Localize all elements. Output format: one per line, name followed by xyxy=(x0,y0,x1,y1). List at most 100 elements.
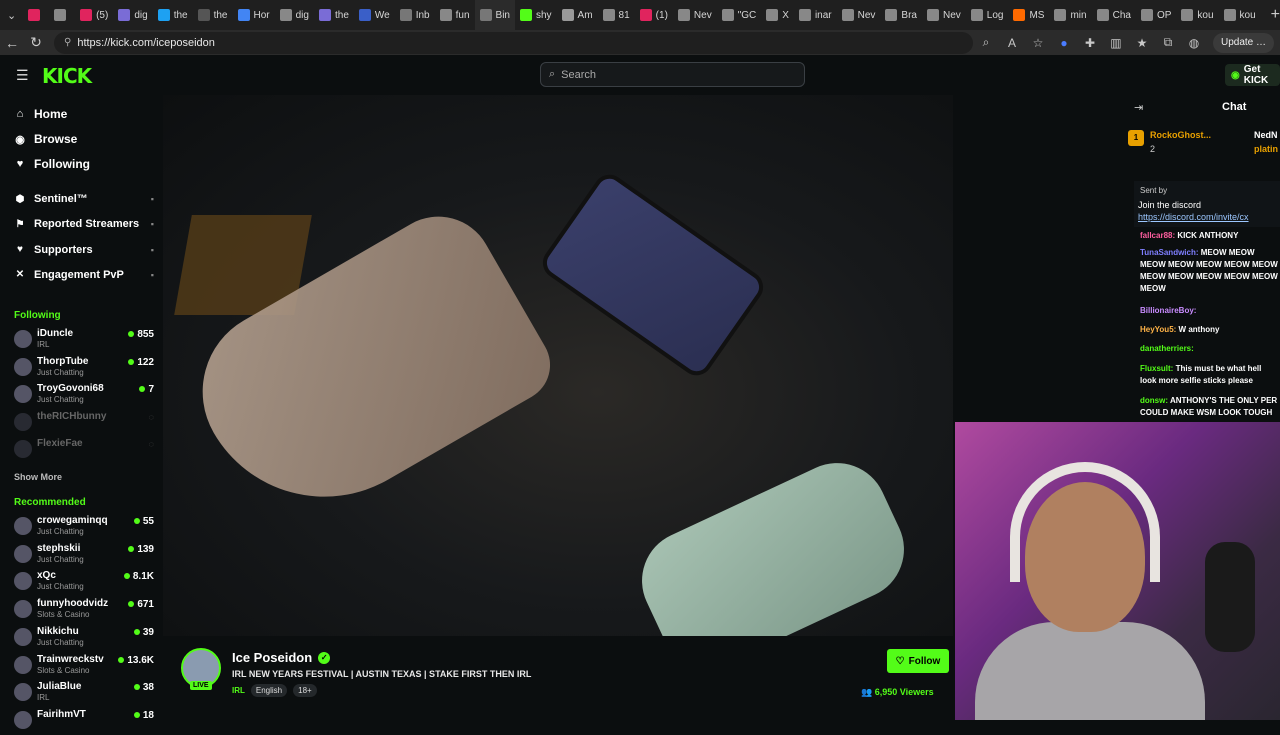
browser-tab[interactable]: MS xyxy=(1008,0,1049,30)
lock-icon: ▪ xyxy=(150,194,154,204)
tab-list-icon[interactable]: ⌄ xyxy=(0,9,23,22)
search-input[interactable]: ⌕ Search xyxy=(540,62,805,87)
sidebar-special-item[interactable]: ⬢ Sentinel™ ▪ xyxy=(14,193,154,205)
chat-message[interactable]: fallcar88: KICK ANTHONY xyxy=(1140,230,1280,242)
read-aloud-icon[interactable]: A xyxy=(999,36,1025,50)
sidebar-special-item[interactable]: ✕ Engagement PvP ▪ xyxy=(14,269,154,281)
chat-username[interactable]: TunaSandwich: xyxy=(1140,248,1199,257)
video-player[interactable] xyxy=(163,95,953,636)
sidebar-channel[interactable]: FlexieFae ◌ xyxy=(14,438,154,464)
sidebar-special-item[interactable]: ♥ Supporters ▪ xyxy=(14,244,154,256)
browser-tab[interactable]: (1) xyxy=(635,0,673,30)
pinned-link[interactable]: https://discord.com/invite/cx xyxy=(1138,212,1249,222)
browser-tab[interactable]: 81 xyxy=(598,0,635,30)
stream-category[interactable]: IRL xyxy=(232,686,245,695)
sidebar-channel[interactable]: xQc Just Chatting 8.1K xyxy=(14,570,154,596)
browser-tab[interactable]: kou xyxy=(1176,0,1218,30)
browser-tab[interactable]: Nev xyxy=(673,0,717,30)
browser-tab[interactable]: We xyxy=(354,0,395,30)
sidebar-channel[interactable]: Nikkichu Just Chatting 39 xyxy=(14,626,154,652)
chat-message[interactable]: Fluxsult: This must be what hell look mo… xyxy=(1140,363,1280,387)
sidebar-channel[interactable]: Trainwreckstv Slots & Casino 13.6K xyxy=(14,654,154,680)
browser-tab[interactable]: Hor xyxy=(233,0,275,30)
sidebar-channel[interactable]: TroyGovoni68 Just Chatting 7 xyxy=(14,383,154,409)
sidebar-special-item[interactable]: ⚑ Reported Streamers ▪ xyxy=(14,218,154,230)
browser-tab[interactable]: dig xyxy=(113,0,152,30)
chat-username[interactable]: Fluxsult: xyxy=(1140,364,1173,373)
extension-icon[interactable]: ● xyxy=(1051,36,1077,50)
zoom-icon[interactable]: ⌕ xyxy=(973,35,999,50)
chat-username[interactable]: danatherriers: xyxy=(1140,344,1194,353)
browser-tab[interactable]: Nev xyxy=(837,0,881,30)
sidebar-channel[interactable]: FairihmVT 18 xyxy=(14,709,154,735)
browser-tab[interactable] xyxy=(49,0,75,30)
chat-username[interactable]: fallcar88: xyxy=(1140,231,1175,240)
new-tab-icon[interactable]: + xyxy=(1271,6,1280,24)
browser-tab[interactable]: OP xyxy=(1136,0,1176,30)
sidebar-channel[interactable]: iDuncle IRL 855 xyxy=(14,328,154,354)
browser-tab[interactable]: (5) xyxy=(75,0,113,30)
chat-username[interactable]: BillionaireBoy: xyxy=(1140,306,1196,315)
back-icon[interactable]: ← xyxy=(0,35,24,51)
sidebar-channel[interactable]: crowegaminqq Just Chatting 55 xyxy=(14,515,154,541)
site-header: ☰ KICK ⌕ Search ◉ Get KICK xyxy=(0,55,1280,95)
browser-tab[interactable]: X xyxy=(761,0,794,30)
chat-message[interactable]: TunaSandwich: MEOW MEOW MEOW MEOW MEOW M… xyxy=(1140,247,1280,295)
browser-tab[interactable]: dig xyxy=(275,0,314,30)
chat-message[interactable]: HeyYou5: W anthony xyxy=(1140,324,1280,336)
sidebar-nav-following[interactable]: ♥ Following xyxy=(14,157,90,171)
browser-tab[interactable]: Am xyxy=(557,0,598,30)
stream-tag[interactable]: English xyxy=(250,684,288,697)
browser-tab[interactable]: Log xyxy=(966,0,1009,30)
follow-button[interactable]: ♡ Follow xyxy=(887,649,949,673)
collapse-chat-icon[interactable]: ⇥ xyxy=(1134,101,1143,114)
menu-icon[interactable]: ☰ xyxy=(16,67,29,84)
show-more-button[interactable]: Show More xyxy=(14,472,62,482)
favorite-star-icon[interactable]: ☆ xyxy=(1025,36,1051,50)
browser-tab[interactable]: Nev xyxy=(922,0,966,30)
browser-tab[interactable]: fun xyxy=(435,0,475,30)
browser-tab[interactable]: Bin xyxy=(474,0,515,30)
update-button[interactable]: Update … xyxy=(1212,32,1274,53)
puzzle-icon[interactable]: ✚ xyxy=(1077,36,1103,50)
tab-label: Log xyxy=(986,9,1004,21)
get-kick-button[interactable]: ◉ Get KICK xyxy=(1225,64,1280,86)
chat-username[interactable]: donsw: xyxy=(1140,396,1168,405)
chat-message[interactable]: donsw: ANTHONY'S THE ONLY PER COULD MAKE… xyxy=(1140,395,1280,419)
sidebar-nav-home[interactable]: ⌂ Home xyxy=(14,107,68,121)
chat-message[interactable]: BillionaireBoy: xyxy=(1140,305,1280,317)
chat-message[interactable]: danatherriers: xyxy=(1140,343,1280,355)
site-info-icon[interactable]: ⚲ xyxy=(64,37,71,48)
kick-logo[interactable]: KICK xyxy=(42,64,92,88)
browser-tab[interactable]: the xyxy=(153,0,193,30)
streamer-name[interactable]: Ice Poseidon ✓ xyxy=(232,650,331,665)
browser-tab[interactable]: kou xyxy=(1219,0,1261,30)
browser-tab[interactable]: Inb xyxy=(395,0,435,30)
browser-tab[interactable]: shy xyxy=(515,0,557,30)
browser-tab[interactable]: inar xyxy=(794,0,837,30)
sidebar-channel[interactable]: stephskii Just Chatting 139 xyxy=(14,543,154,569)
chat-username[interactable]: HeyYou5: xyxy=(1140,325,1176,334)
browser-tab[interactable]: "GC xyxy=(717,0,762,30)
reload-icon[interactable]: ↻ xyxy=(24,34,48,51)
sidebar-channel[interactable]: theRICHbunny ◌ xyxy=(14,411,154,437)
browser-tab[interactable]: the xyxy=(314,0,354,30)
browser-tab[interactable]: min xyxy=(1049,0,1091,30)
sidebar-channel[interactable]: ThorpTube Just Chatting 122 xyxy=(14,356,154,382)
browser-tab[interactable]: the xyxy=(193,0,233,30)
browser-tab[interactable] xyxy=(23,0,49,30)
stream-tag[interactable]: 18+ xyxy=(293,684,317,697)
gifter-name[interactable]: platin xyxy=(1254,144,1278,154)
split-screen-icon[interactable]: ▥ xyxy=(1103,36,1129,50)
gifter-name[interactable]: NedN xyxy=(1254,130,1278,140)
browser-tab[interactable]: Bra xyxy=(880,0,922,30)
collections-icon[interactable]: ⧉ xyxy=(1155,35,1181,50)
sidebar-channel[interactable]: JuliaBlue IRL 38 xyxy=(14,681,154,707)
browser-tab[interactable]: Cha xyxy=(1092,0,1136,30)
sidebar-channel[interactable]: funnyhoodvidz Slots & Casino 671 xyxy=(14,598,154,624)
address-bar[interactable]: ⚲ https://kick.com/iceposeidon xyxy=(54,31,973,54)
sidebar-nav-browse[interactable]: ◉ Browse xyxy=(14,132,77,146)
profile-avatar[interactable]: ◍ xyxy=(1181,36,1207,50)
gifter-entry[interactable]: 1 RockoGhost... xyxy=(1128,130,1211,146)
favorites-icon[interactable]: ★ xyxy=(1129,36,1155,50)
